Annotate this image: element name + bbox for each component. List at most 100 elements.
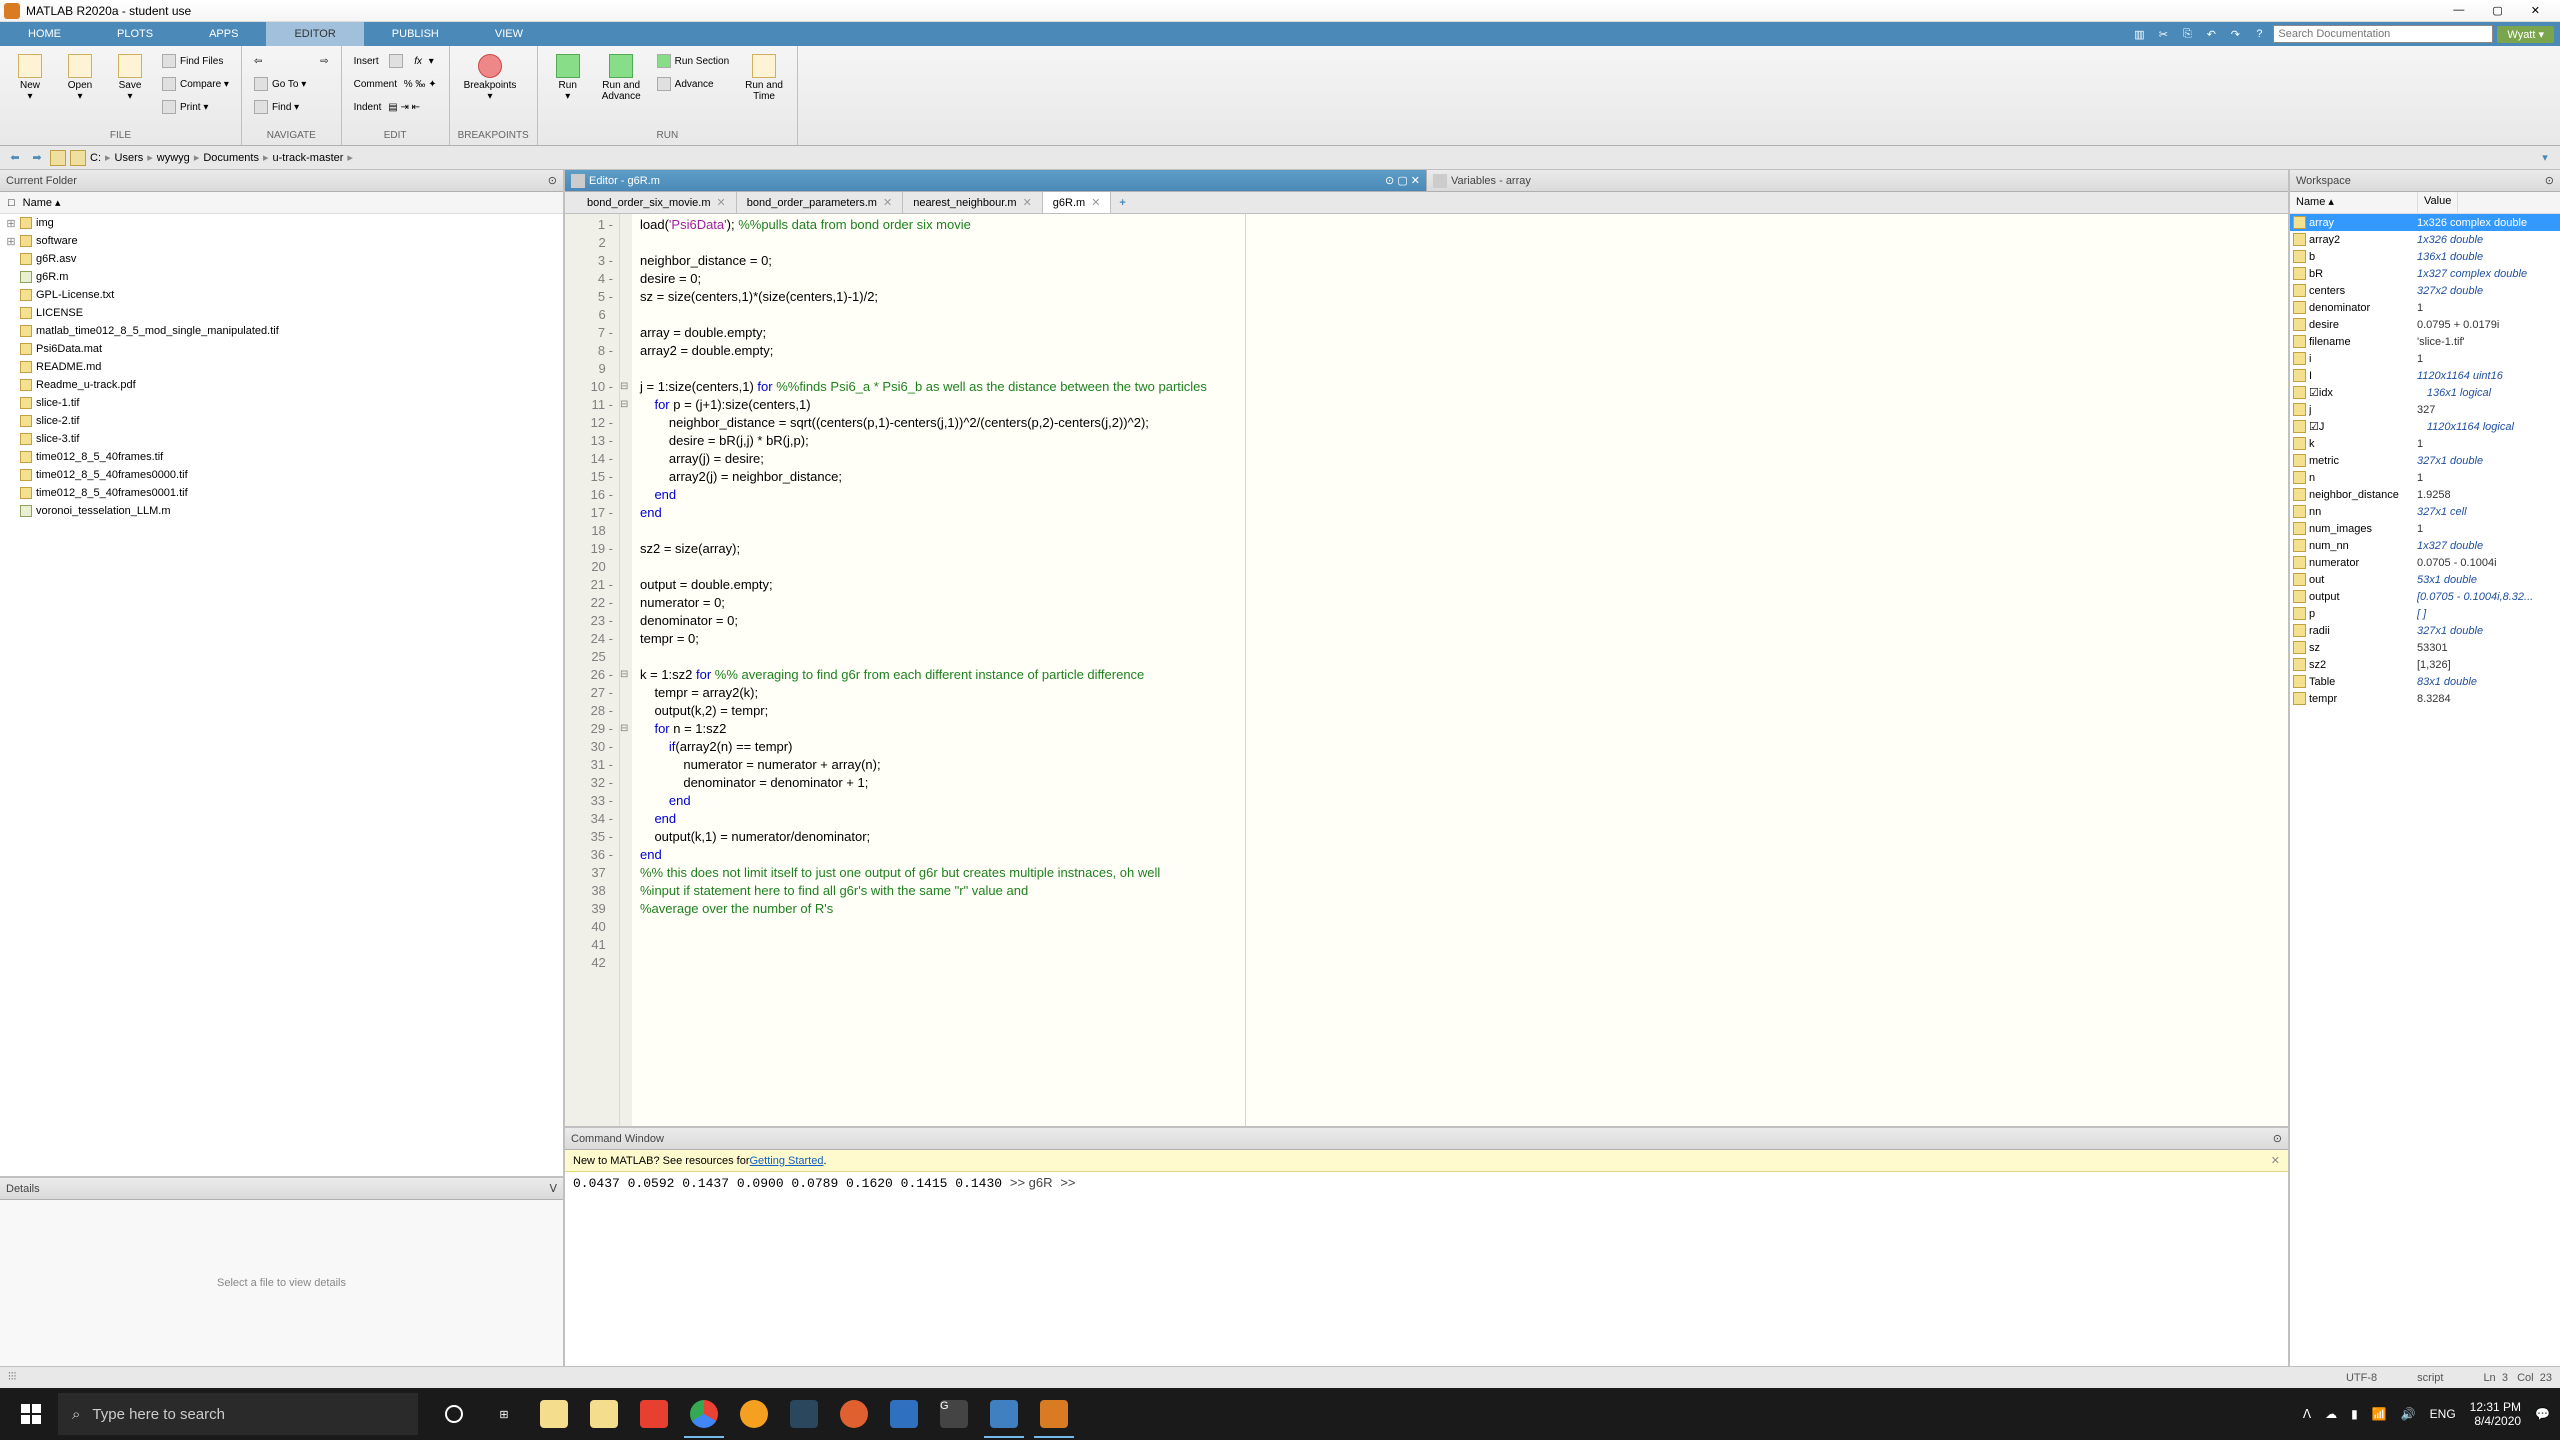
tab-publish[interactable]: PUBLISH — [364, 22, 467, 46]
run-time-button[interactable]: Run and Time — [739, 50, 789, 106]
workspace-list[interactable]: array1x326 complex doublearray21x326 dou… — [2290, 214, 2560, 707]
user-badge[interactable]: Wyatt ▾ — [2497, 26, 2554, 43]
workspace-var[interactable]: output[0.0705 - 0.1004i,8.32... — [2290, 588, 2560, 605]
workspace-header[interactable]: Workspace⊙ — [2290, 170, 2560, 192]
editor-tab[interactable]: bond_order_six_movie.m✕ — [577, 192, 737, 213]
file-list[interactable]: ⊞img⊞softwareg6R.asvg6R.mGPL-License.txt… — [0, 214, 563, 1176]
command-window[interactable]: 0.0437 0.0592 0.1437 0.0900 0.0789 0.162… — [565, 1172, 2288, 1366]
workspace-var[interactable]: array21x326 double — [2290, 231, 2560, 248]
goto-button[interactable]: Go To ▾ — [250, 73, 310, 95]
breadcrumb-item[interactable]: wywyg — [157, 152, 190, 164]
tab-apps[interactable]: APPS — [181, 22, 266, 46]
file-item[interactable]: g6R.m — [0, 268, 563, 286]
editor-tab[interactable]: g6R.m✕ — [1043, 192, 1112, 213]
workspace-var[interactable]: array1x326 complex double — [2290, 214, 2560, 231]
taskbar-app-9[interactable]: G — [930, 1390, 978, 1438]
breadcrumb-item[interactable]: Users — [115, 152, 144, 164]
comment-button[interactable]: Comment % ‰ ✦ — [350, 73, 441, 95]
hint-close-button[interactable]: ✕ — [2271, 1154, 2280, 1167]
editor-header[interactable]: Editor - g6R.m⊙ ▢ ✕ — [565, 170, 1426, 192]
indent-button[interactable]: Indent ▤ ⇥ ⇤ — [350, 96, 441, 118]
file-item[interactable]: ⊞img — [0, 214, 563, 232]
taskbar-app-steam[interactable] — [780, 1390, 828, 1438]
workspace-var[interactable]: p[ ] — [2290, 605, 2560, 622]
workspace-var[interactable]: i1 — [2290, 350, 2560, 367]
file-item[interactable]: GPL-License.txt — [0, 286, 563, 304]
add-tab-button[interactable]: + — [1111, 192, 1133, 213]
tray-wifi-icon[interactable]: 📶 — [2372, 1407, 2387, 1421]
tray-notifications-icon[interactable]: 💬 — [2535, 1407, 2550, 1421]
workspace-var[interactable]: desire0.0795 + 0.0179i — [2290, 316, 2560, 333]
insert-button[interactable]: Insert fx ▾ — [350, 50, 441, 72]
file-item[interactable]: ⊞software — [0, 232, 563, 250]
tab-close-icon[interactable]: ✕ — [717, 196, 726, 209]
taskbar-app-8[interactable] — [880, 1390, 928, 1438]
run-advance-button[interactable]: Run and Advance — [596, 50, 647, 106]
tab-editor[interactable]: EDITOR — [266, 22, 363, 46]
start-button[interactable] — [4, 1390, 58, 1438]
file-item[interactable]: slice-1.tif — [0, 394, 563, 412]
variables-header[interactable]: Variables - array — [1426, 170, 2288, 192]
up-folder-icon[interactable] — [70, 150, 86, 166]
panel-menu-icon[interactable]: ⊙ — [548, 174, 557, 187]
copy-icon[interactable]: ⎘ — [2177, 24, 2197, 44]
workspace-var[interactable]: ☑idx136x1 logical — [2290, 384, 2560, 401]
forward-button[interactable]: ➡ — [28, 149, 46, 167]
workspace-var[interactable]: filename'slice-1.tif' — [2290, 333, 2560, 350]
tab-close-icon[interactable]: ✕ — [1023, 196, 1032, 209]
taskbar-app-7[interactable] — [830, 1390, 878, 1438]
tab-plots[interactable]: PLOTS — [89, 22, 181, 46]
workspace-var[interactable]: sz2[1,326] — [2290, 656, 2560, 673]
save-button[interactable]: Save▾ — [108, 50, 152, 106]
workspace-var[interactable]: j327 — [2290, 401, 2560, 418]
tab-home[interactable]: HOME — [0, 22, 89, 46]
file-item[interactable]: LICENSE — [0, 304, 563, 322]
workspace-var[interactable]: num_images1 — [2290, 520, 2560, 537]
layout-icon[interactable]: ▥ — [2129, 24, 2149, 44]
folder-icon[interactable] — [50, 150, 66, 166]
file-item[interactable]: README.md — [0, 358, 563, 376]
back-button[interactable]: ⬅ — [6, 149, 24, 167]
tray-clock[interactable]: 12:31 PM8/4/2020 — [2470, 1400, 2521, 1429]
advance-button[interactable]: Advance — [653, 73, 733, 95]
file-item[interactable]: slice-3.tif — [0, 430, 563, 448]
taskbar-app-matlab[interactable] — [1030, 1390, 1078, 1438]
cortana-icon[interactable] — [430, 1390, 478, 1438]
breadcrumb-item[interactable]: Documents — [203, 152, 259, 164]
workspace-var[interactable]: tempr8.3284 — [2290, 690, 2560, 707]
path-dropdown[interactable]: ▾ — [2536, 149, 2554, 167]
editor-tab[interactable]: bond_order_parameters.m✕ — [737, 192, 903, 213]
workspace-var[interactable]: bR1x327 complex double — [2290, 265, 2560, 282]
maximize-button[interactable]: ▢ — [2484, 2, 2510, 19]
compare-button[interactable]: Compare ▾ — [158, 73, 233, 95]
workspace-var[interactable]: n1 — [2290, 469, 2560, 486]
tray-chevron-icon[interactable]: ᐱ — [2303, 1407, 2311, 1421]
tab-view[interactable]: VIEW — [467, 22, 551, 46]
workspace-var[interactable]: neighbor_distance1.9258 — [2290, 486, 2560, 503]
code-editor[interactable]: 1 - 2 3 - 4 - 5 - 6 7 - 8 - 9 10 - 11 - … — [565, 214, 2288, 1126]
taskbar-app-folder[interactable] — [580, 1390, 628, 1438]
workspace-columns[interactable]: Name ▴Value — [2290, 192, 2560, 214]
run-button[interactable]: Run▾ — [546, 50, 590, 106]
details-header[interactable]: Detailsᐯ — [0, 1178, 563, 1200]
tray-volume-icon[interactable]: 🔊 — [2401, 1407, 2416, 1421]
cut-icon[interactable]: ✂ — [2153, 24, 2173, 44]
workspace-var[interactable]: metric327x1 double — [2290, 452, 2560, 469]
workspace-var[interactable]: num_nn1x327 double — [2290, 537, 2560, 554]
current-folder-header[interactable]: Current Folder⊙ — [0, 170, 563, 192]
run-section-button[interactable]: Run Section — [653, 50, 733, 72]
redo-icon[interactable]: ↷ — [2225, 24, 2245, 44]
breadcrumb-item[interactable]: C: — [90, 152, 101, 164]
tab-close-icon[interactable]: ✕ — [1091, 196, 1100, 209]
taskbar-app-3[interactable] — [630, 1390, 678, 1438]
file-item[interactable]: time012_8_5_40frames.tif — [0, 448, 563, 466]
workspace-var[interactable]: Table83x1 double — [2290, 673, 2560, 690]
taskbar-app-10[interactable] — [980, 1390, 1028, 1438]
search-doc-input[interactable] — [2273, 25, 2493, 43]
minimize-button[interactable]: — — [2445, 2, 2472, 19]
new-button[interactable]: New▾ — [8, 50, 52, 106]
workspace-var[interactable]: b136x1 double — [2290, 248, 2560, 265]
file-item[interactable]: g6R.asv — [0, 250, 563, 268]
workspace-var[interactable]: numerator0.0705 - 0.1004i — [2290, 554, 2560, 571]
tray-onedrive-icon[interactable]: ☁ — [2325, 1407, 2337, 1421]
